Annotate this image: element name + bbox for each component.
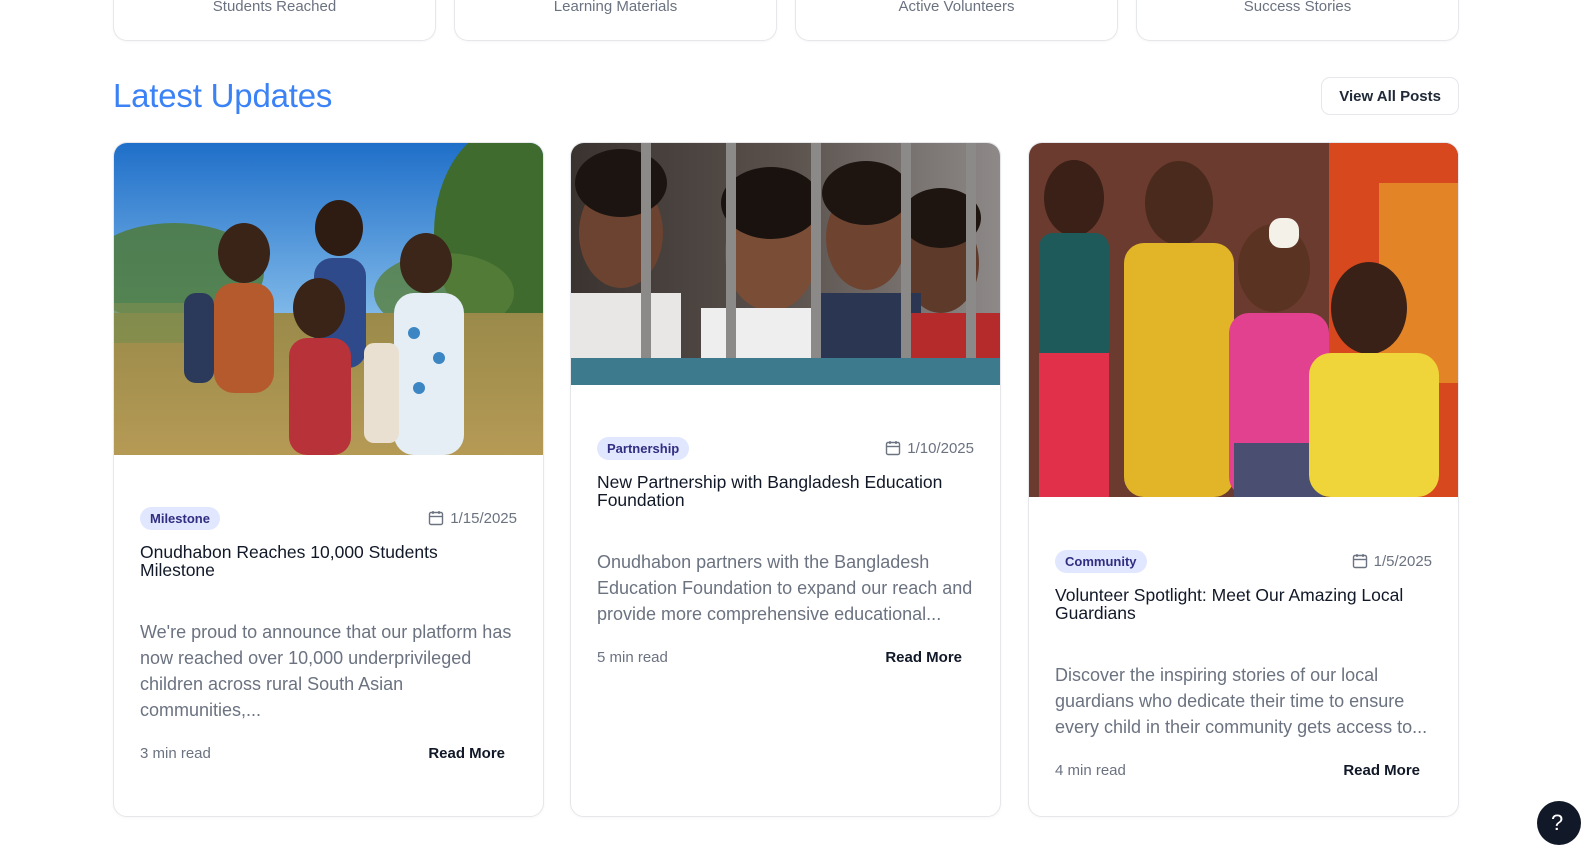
post-title[interactable]: Volunteer Spotlight: Meet Our Amazing Lo…: [1055, 586, 1432, 622]
stat-card-stories: Success Stories: [1136, 0, 1459, 41]
category-badge: Partnership: [597, 436, 690, 460]
view-all-posts-button[interactable]: View All Posts: [1321, 77, 1459, 115]
post-footer: 4 min read Read More: [1055, 762, 1432, 779]
stat-card-students: Students Reached: [113, 0, 436, 41]
stat-label: Success Stories: [1243, 0, 1352, 15]
post-card-body: Partnership 1/10/2025 New Partnership wi…: [597, 435, 974, 666]
category-badge: Community: [1055, 549, 1147, 573]
category-badge: Milestone: [140, 506, 220, 530]
help-button-wrapper: ?: [1537, 801, 1589, 845]
post-card-body: Milestone 1/15/2025 Onudhabon Reaches 10…: [140, 505, 517, 762]
post-date-text: 1/5/2025: [1373, 552, 1432, 570]
post-card[interactable]: Milestone 1/15/2025 Onudhabon Reaches 10…: [113, 142, 544, 817]
post-title[interactable]: Onudhabon Reaches 10,000 Students Milest…: [140, 543, 517, 579]
stat-card-volunteers: Active Volunteers: [795, 0, 1118, 41]
post-excerpt: We're proud to announce that our platfor…: [140, 622, 512, 720]
post-date-text: 1/15/2025: [450, 509, 517, 527]
children-photo-icon: [1029, 143, 1458, 497]
stat-label: Students Reached: [212, 0, 337, 15]
read-time: 5 min read: [597, 649, 668, 666]
section-header: Latest Updates View All Posts: [113, 76, 1459, 116]
stat-label: Active Volunteers: [898, 0, 1015, 15]
post-footer: 5 min read Read More: [597, 649, 974, 666]
post-card[interactable]: Partnership 1/10/2025 New Partnership wi…: [570, 142, 1001, 817]
post-image: [1029, 143, 1458, 497]
post-date-text: 1/10/2025: [907, 439, 974, 457]
children-photo-icon: [571, 143, 1000, 385]
post-excerpt: Discover the inspiring stories of our lo…: [1055, 665, 1428, 737]
calendar-icon: [428, 510, 444, 526]
post-image: [571, 143, 1000, 385]
post-date: 1/10/2025: [885, 440, 974, 457]
read-time: 3 min read: [140, 745, 211, 762]
help-button[interactable]: ?: [1537, 801, 1581, 845]
read-more-link[interactable]: Read More: [428, 745, 505, 762]
post-image: [114, 143, 543, 455]
post-footer: 3 min read Read More: [140, 745, 517, 762]
post-card-body: Community 1/5/2025 Volunteer Spotlight: …: [1055, 548, 1432, 779]
post-card[interactable]: Community 1/5/2025 Volunteer Spotlight: …: [1028, 142, 1459, 817]
calendar-icon: [1352, 553, 1368, 569]
post-meta: Community 1/5/2025: [1055, 548, 1432, 574]
calendar-icon: [885, 440, 901, 456]
post-meta: Milestone 1/15/2025: [140, 505, 517, 531]
post-meta: Partnership 1/10/2025: [597, 435, 974, 461]
section-title: Latest Updates: [113, 77, 333, 114]
stats-row: Students Reached Learning Materials Acti…: [113, 0, 1459, 41]
stat-card-materials: Learning Materials: [454, 0, 777, 41]
post-title[interactable]: New Partnership with Bangladesh Educatio…: [597, 473, 974, 509]
stat-label: Learning Materials: [553, 0, 678, 15]
post-date: 1/15/2025: [428, 510, 517, 527]
post-excerpt: Onudhabon partners with the Bangladesh E…: [597, 552, 973, 624]
read-time: 4 min read: [1055, 762, 1126, 779]
children-photo-icon: [114, 143, 543, 455]
post-date: 1/5/2025: [1352, 553, 1432, 570]
read-more-link[interactable]: Read More: [885, 649, 962, 666]
read-more-link[interactable]: Read More: [1343, 762, 1420, 779]
